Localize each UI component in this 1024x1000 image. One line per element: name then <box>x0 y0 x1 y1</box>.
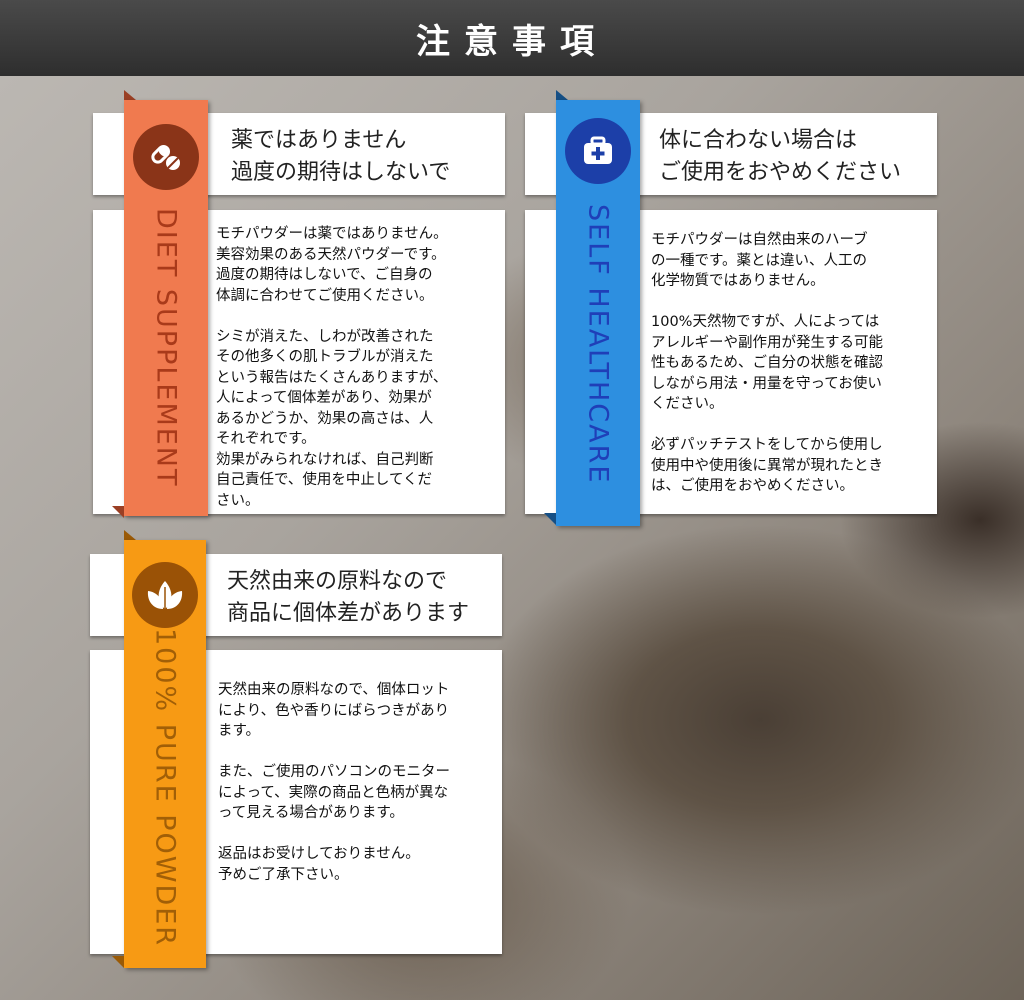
page-header: 注意事項 <box>0 0 1024 76</box>
medical-kit-icon <box>565 118 631 184</box>
card-title-text: 天然由来の原料なので 商品に個体差があります <box>227 569 470 626</box>
ribbon-label: 100% PURE POWDER <box>149 628 181 948</box>
card-body-text: 天然由来の原料なので、個体ロット により、色や香りにばらつきがあり ます。 また… <box>218 682 450 883</box>
ribbon-label: SELF HEALTHCARE <box>582 204 614 485</box>
card-title-text: 体に合わない場合は ご使用をおやめください <box>659 128 902 185</box>
pill-icon <box>133 124 199 190</box>
page-title: 注意事項 <box>416 21 608 62</box>
ribbon-fold <box>124 90 136 100</box>
ribbon-fold <box>112 956 124 968</box>
ribbon-fold <box>112 506 124 518</box>
card-body-text: モチパウダーは薬ではありません。 美容効果のある天然パウダーです。 過度の期待は… <box>216 226 448 509</box>
card-body-text: モチパウダーは自然由来のハーブ の一種です。薬とは違い、人工の 化学物質ではあり… <box>651 232 883 494</box>
leaf-icon <box>132 562 198 628</box>
card-title-text: 薬ではありません 過度の期待はしないで <box>231 128 451 185</box>
ribbon-label: DIET SUPPLEMENT <box>150 208 182 488</box>
ribbon-fold <box>124 530 136 540</box>
ribbon-fold <box>556 90 568 100</box>
ribbon-fold <box>544 513 556 525</box>
